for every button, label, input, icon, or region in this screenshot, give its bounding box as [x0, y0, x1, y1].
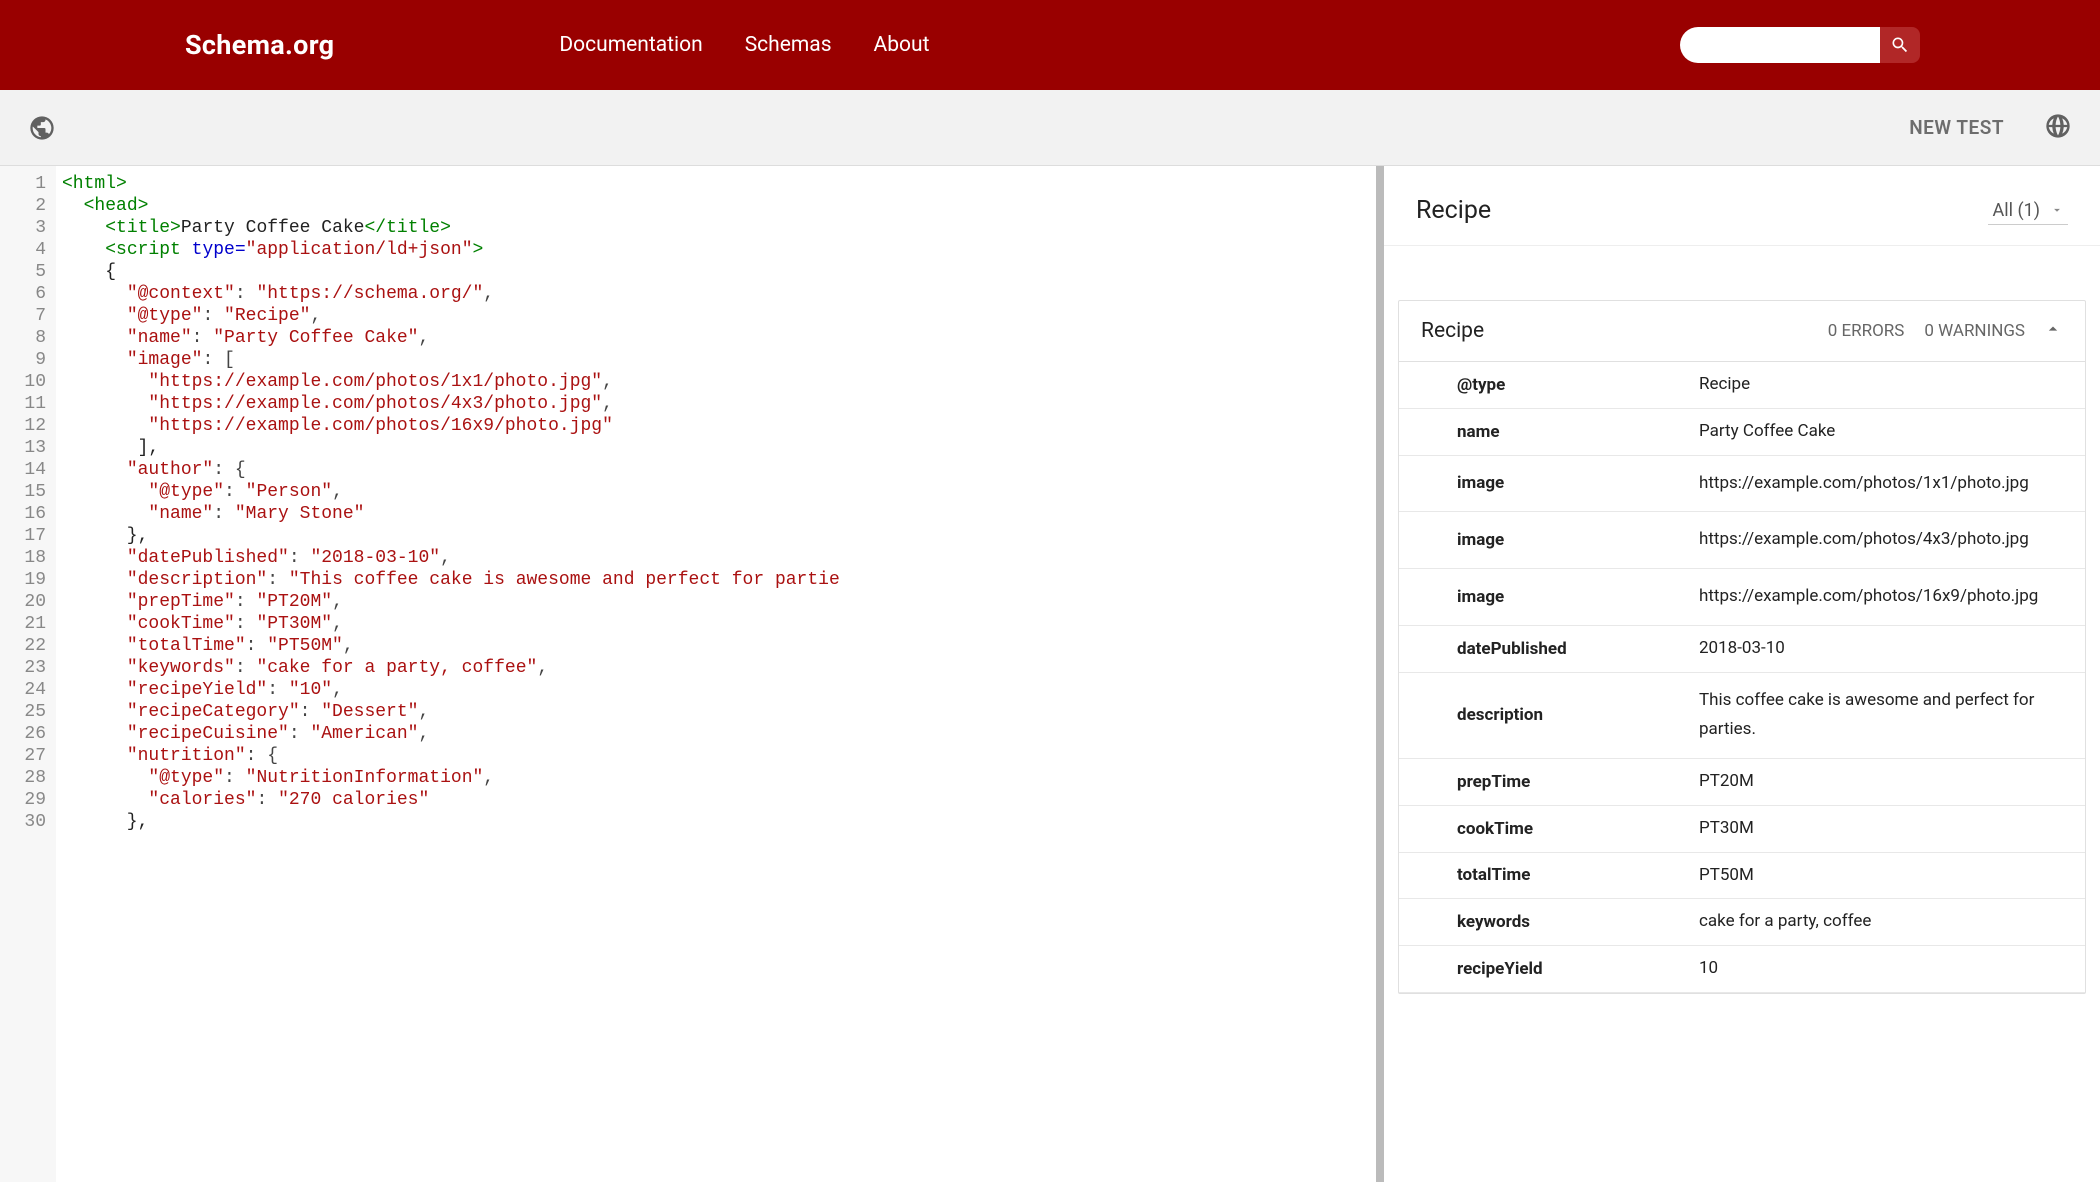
- property-key: keywords: [1399, 912, 1699, 932]
- results-title: Recipe: [1416, 196, 1491, 225]
- property-key: prepTime: [1399, 772, 1699, 792]
- property-value: PT50M: [1699, 861, 2085, 891]
- properties-list: @typeRecipenameParty Coffee Cakeimagehtt…: [1399, 362, 2085, 993]
- property-key: cookTime: [1399, 819, 1699, 839]
- chevron-up-icon: [2043, 319, 2063, 339]
- property-row[interactable]: @typeRecipe: [1399, 362, 2085, 409]
- property-row[interactable]: cookTimePT30M: [1399, 806, 2085, 853]
- globe-icon[interactable]: [28, 114, 56, 142]
- property-value: Party Coffee Cake: [1699, 417, 2085, 447]
- card-header[interactable]: Recipe 0 ERRORS 0 WARNINGS: [1399, 301, 2085, 362]
- new-test-button[interactable]: NEW TEST: [1909, 116, 2004, 139]
- property-row[interactable]: imagehttps://example.com/photos/4x3/phot…: [1399, 512, 2085, 569]
- property-row[interactable]: keywordscake for a party, coffee: [1399, 899, 2085, 946]
- status-counts: 0 ERRORS 0 WARNINGS: [1828, 321, 2025, 341]
- results-filter[interactable]: All (1): [1988, 197, 2068, 225]
- property-value: PT20M: [1699, 767, 2085, 797]
- filter-label: All (1): [1992, 200, 2040, 221]
- results-header: Recipe All (1): [1384, 166, 2100, 246]
- language-button[interactable]: [2044, 112, 2072, 144]
- line-gutter: 1234567891011121314151617181920212223242…: [0, 166, 56, 1182]
- property-value: This coffee cake is awesome and perfect …: [1699, 686, 2085, 746]
- results-panel: Recipe All (1) Recipe 0 ERRORS 0 WARNING…: [1384, 166, 2100, 1182]
- property-value: 10: [1699, 954, 2085, 984]
- property-value: https://example.com/photos/16x9/photo.jp…: [1699, 582, 2085, 612]
- collapse-button[interactable]: [2043, 319, 2063, 343]
- nav-about[interactable]: About: [874, 33, 930, 57]
- chevron-down-icon: [2050, 203, 2064, 217]
- card-title: Recipe: [1421, 319, 1484, 343]
- property-row[interactable]: imagehttps://example.com/photos/16x9/pho…: [1399, 569, 2085, 626]
- property-row[interactable]: prepTimePT20M: [1399, 759, 2085, 806]
- property-row[interactable]: nameParty Coffee Cake: [1399, 409, 2085, 456]
- property-key: totalTime: [1399, 865, 1699, 885]
- errors-count: 0 ERRORS: [1828, 321, 1905, 341]
- property-key: description: [1399, 705, 1699, 725]
- site-logo[interactable]: Schema.org: [185, 29, 334, 61]
- property-key: name: [1399, 422, 1699, 442]
- search-wrap: [1680, 27, 1920, 63]
- property-row[interactable]: imagehttps://example.com/photos/1x1/phot…: [1399, 456, 2085, 513]
- property-key: @type: [1399, 375, 1699, 395]
- main-split: 1234567891011121314151617181920212223242…: [0, 166, 2100, 1182]
- property-key: image: [1399, 587, 1699, 607]
- property-value: cake for a party, coffee: [1699, 907, 2085, 937]
- property-value: Recipe: [1699, 370, 2085, 400]
- result-card: Recipe 0 ERRORS 0 WARNINGS @typeRecipena…: [1398, 300, 2086, 994]
- property-key: datePublished: [1399, 639, 1699, 659]
- property-row[interactable]: totalTimePT50M: [1399, 853, 2085, 900]
- property-value: https://example.com/photos/4x3/photo.jpg: [1699, 525, 2085, 555]
- property-key: image: [1399, 530, 1699, 550]
- property-row[interactable]: recipeYield10: [1399, 946, 2085, 993]
- code-editor[interactable]: <html> <head> <title>Party Coffee Cake</…: [56, 166, 1376, 1182]
- site-header: Schema.org Documentation Schemas About: [0, 0, 2100, 90]
- language-icon: [2044, 112, 2072, 140]
- property-value: https://example.com/photos/1x1/photo.jpg: [1699, 469, 2085, 499]
- search-button[interactable]: [1880, 27, 1920, 63]
- nav-schemas[interactable]: Schemas: [745, 33, 832, 57]
- property-key: image: [1399, 473, 1699, 493]
- main-nav: Documentation Schemas About: [559, 33, 929, 57]
- property-value: PT30M: [1699, 814, 2085, 844]
- search-input[interactable]: [1680, 27, 1880, 63]
- warnings-count: 0 WARNINGS: [1924, 321, 2025, 341]
- property-value: 2018-03-10: [1699, 634, 2085, 664]
- toolbar: NEW TEST: [0, 90, 2100, 166]
- search-icon: [1890, 35, 1910, 55]
- property-row[interactable]: datePublished2018-03-10: [1399, 626, 2085, 673]
- code-panel: 1234567891011121314151617181920212223242…: [0, 166, 1384, 1182]
- nav-documentation[interactable]: Documentation: [559, 33, 702, 57]
- property-key: recipeYield: [1399, 959, 1699, 979]
- property-row[interactable]: descriptionThis coffee cake is awesome a…: [1399, 673, 2085, 760]
